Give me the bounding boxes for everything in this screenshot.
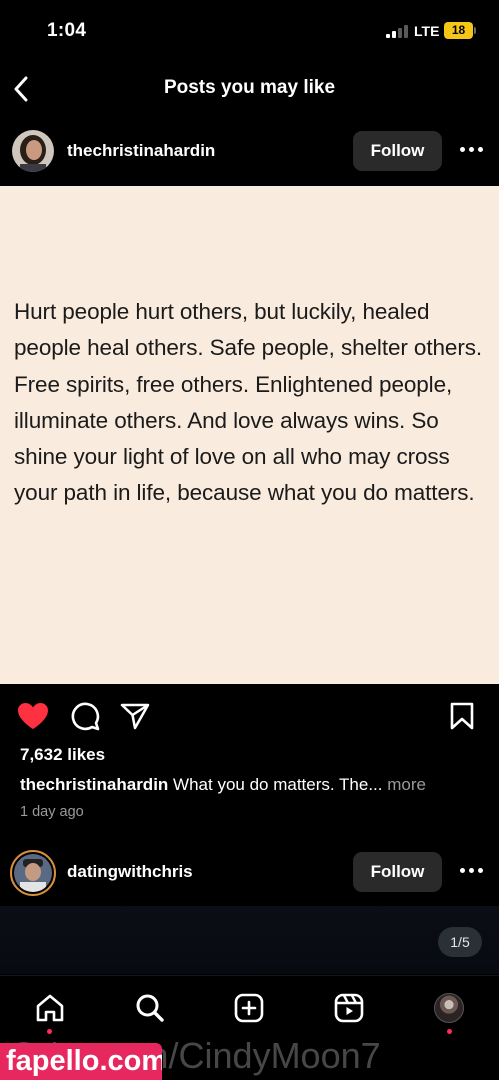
comment-icon (71, 702, 100, 731)
share-button[interactable] (117, 698, 153, 734)
post-header: thechristinahardin Follow (0, 121, 499, 181)
status-bar: 1:04 LTE 18 (0, 0, 499, 62)
reels-icon (334, 993, 364, 1023)
heart-filled-icon (18, 703, 48, 729)
home-icon (36, 994, 64, 1022)
more-options-icon[interactable] (455, 138, 487, 160)
tab-profile[interactable] (429, 988, 469, 1028)
caption[interactable]: thechristinahardin What you do matters. … (20, 775, 490, 795)
screen: 1:04 LTE 18 Posts you may like thechrist… (0, 0, 499, 1080)
follow-button[interactable]: Follow (353, 131, 442, 171)
create-icon (234, 993, 264, 1023)
post-username[interactable]: thechristinahardin (67, 141, 215, 161)
battery-icon: 18 (444, 22, 473, 39)
avatar[interactable] (10, 850, 56, 896)
watermark-logo: fapello.com (0, 1043, 162, 1080)
save-button[interactable] (444, 698, 480, 734)
tab-create[interactable] (229, 988, 269, 1028)
likes-count[interactable]: 7,632 likes (20, 745, 105, 765)
next-post-image[interactable] (0, 906, 499, 974)
tab-home[interactable] (30, 988, 70, 1028)
page-title: Posts you may like (163, 77, 336, 98)
like-button[interactable] (15, 698, 51, 734)
bookmark-icon (450, 702, 474, 730)
profile-avatar (434, 993, 464, 1023)
caption-text: What you do matters. The... (173, 775, 383, 794)
search-icon (136, 994, 164, 1022)
nav-header: Posts you may like (0, 62, 499, 116)
avatar-image (14, 854, 52, 892)
quote-text: Hurt people hurt others, but luckily, he… (14, 299, 483, 506)
next-post-header: datingwithchris Follow (0, 842, 499, 902)
send-icon (120, 703, 150, 730)
post-actions (0, 696, 499, 736)
carousel-counter: 1/5 (438, 927, 482, 957)
battery-tip (474, 27, 476, 34)
post-timestamp: 1 day ago (20, 804, 84, 820)
avatar[interactable] (12, 130, 54, 172)
follow-button[interactable]: Follow (353, 852, 442, 892)
post-image[interactable]: Hurt people hurt others, but luckily, he… (0, 186, 499, 684)
next-post-username[interactable]: datingwithchris (67, 862, 193, 882)
tab-search[interactable] (130, 988, 170, 1028)
more-options-icon[interactable] (455, 859, 487, 881)
network-type: LTE (414, 23, 440, 39)
tab-reels[interactable] (329, 988, 369, 1028)
status-time: 1:04 (47, 20, 87, 41)
caption-username[interactable]: thechristinahardin (20, 775, 168, 794)
avatar-image (12, 130, 54, 172)
caption-more-link[interactable]: more (387, 775, 426, 794)
signal-icon (386, 24, 410, 38)
comment-button[interactable] (67, 698, 103, 734)
